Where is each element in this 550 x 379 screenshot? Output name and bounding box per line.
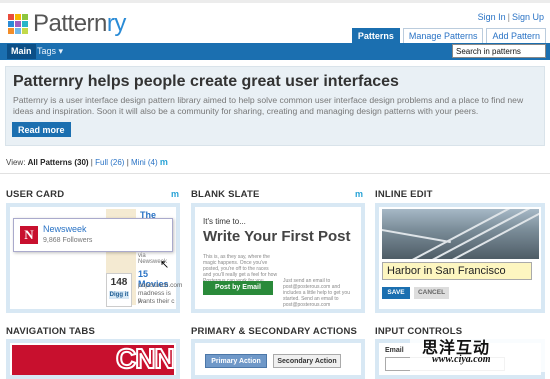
logo-square	[22, 28, 28, 34]
pattern-title-inline-edit[interactable]: INLINE EDIT	[375, 189, 433, 200]
pattern-card-primary-secondary[interactable]: Primary Action Secondary Action	[191, 339, 365, 379]
logo-square	[8, 14, 14, 20]
logo-square	[22, 14, 28, 20]
sign-in-link[interactable]: Sign In	[478, 12, 506, 22]
pattern-title-user-card[interactable]: USER CARD	[6, 189, 64, 200]
cnn-banner: CNN	[12, 345, 174, 375]
patternry-logo[interactable]: Patternry	[8, 12, 126, 36]
harbor-photo	[382, 209, 539, 259]
view-mini-link[interactable]: Mini (4)	[131, 158, 158, 167]
logo-grid-icon	[8, 14, 28, 34]
digg-button: Digg it	[109, 291, 129, 299]
digg-counter: 148 Digg it	[106, 273, 132, 307]
logo-square	[22, 21, 28, 27]
logo-square	[15, 21, 21, 27]
digg-count: 148	[110, 277, 128, 288]
pattern-title-navigation-tabs[interactable]: NAVIGATION TABS	[6, 326, 95, 337]
pattern-card-navigation-tabs[interactable]: CNN	[6, 339, 180, 379]
inline-edit-field: Harbor in San Francisco	[382, 262, 532, 280]
logo-square	[8, 28, 14, 34]
snippet-line: wants their c	[138, 298, 175, 305]
email-label: Email	[385, 347, 404, 354]
logo-text-main: Pattern	[33, 10, 107, 37]
popup-user-name: Newsweek	[43, 224, 87, 234]
pattern-card-user-card[interactable]: The Cultu N Newsweek 9,868 Followers via…	[6, 203, 183, 313]
tab-manage-patterns[interactable]: Manage Patterns	[402, 28, 484, 43]
divider	[0, 173, 550, 174]
logo-text: Patternry	[33, 12, 126, 36]
post-by-email-button: Post by Email	[203, 281, 273, 295]
nav-bar: Main Tags ▾	[0, 43, 550, 60]
view-m-icon[interactable]: m	[160, 157, 168, 167]
blank-slate-intro: It's time to...	[203, 217, 246, 226]
pattern-title-blank-slate[interactable]: BLANK SLATE	[191, 189, 260, 200]
logo-text-accent: ry	[106, 10, 127, 37]
tab-add-pattern[interactable]: Add Pattern	[486, 28, 546, 43]
view-filter: View: All Patterns (30) | Full (26) | Mi…	[6, 157, 168, 167]
site-header: Patternry Sign In | Sign Up Patterns Manag…	[0, 3, 550, 43]
cnn-logo: CNN	[115, 345, 174, 375]
blank-slate-text: Just send an email to post@posterous.com…	[283, 278, 350, 308]
newsweek-logo-icon: N	[20, 226, 38, 244]
nav-main[interactable]: Main	[7, 44, 36, 59]
auth-separator: |	[507, 12, 510, 22]
read-more-button[interactable]: Read more	[12, 122, 71, 137]
intro-text: Patternry is a user interface design pat…	[13, 95, 524, 116]
snippet-line: popcrunch.com	[138, 282, 183, 289]
blank-slate-heading: Write Your First Post	[203, 228, 351, 245]
cancel-button: CANCEL	[414, 287, 449, 299]
view-full-link[interactable]: Full (26)	[95, 158, 124, 167]
user-card-popup: N Newsweek 9,868 Followers	[13, 218, 173, 252]
pattern-card-inline-edit[interactable]: Harbor in San Francisco SAVE CANCEL	[375, 203, 545, 313]
watermark-url: www.ciya.com	[432, 354, 491, 365]
logo-square	[15, 28, 21, 34]
view-label: View:	[6, 158, 26, 167]
view-separator: |	[90, 158, 93, 167]
auth-links: Sign In | Sign Up	[478, 12, 544, 22]
intro-panel: Patternry helps people create great user…	[5, 66, 545, 146]
tab-patterns[interactable]: Patterns	[351, 28, 400, 43]
mini-m-icon[interactable]: m	[171, 189, 179, 199]
pattern-card-blank-slate[interactable]: It's time to... Write Your First Post Th…	[191, 203, 365, 313]
popup-followers: 9,868 Followers	[43, 237, 93, 244]
logo-square	[8, 21, 14, 27]
secondary-action-button: Secondary Action	[273, 354, 341, 368]
via-text: via Newsweek	[138, 253, 168, 265]
intro-title: Patternry helps people create great user…	[13, 73, 399, 90]
nav-tags-dropdown[interactable]: Tags ▾	[37, 44, 63, 59]
mini-m-icon[interactable]: m	[355, 189, 363, 199]
blank-slate-text: This is, as they say, where the magic ha…	[203, 254, 278, 284]
view-all-patterns[interactable]: All Patterns (30)	[28, 158, 89, 167]
main-tabs: Patterns Manage Patterns Add Pattern	[349, 28, 546, 43]
pattern-title-primary-secondary[interactable]: PRIMARY & SECONDARY ACTIONS	[191, 326, 357, 337]
primary-action-button: Primary Action	[205, 354, 267, 368]
search-input[interactable]	[452, 44, 546, 58]
site-watermark: 思洋互动 www.ciya.com	[410, 334, 550, 372]
sign-up-link[interactable]: Sign Up	[512, 12, 544, 22]
save-button: SAVE	[382, 287, 410, 299]
logo-square	[15, 14, 21, 20]
view-separator: |	[126, 158, 129, 167]
